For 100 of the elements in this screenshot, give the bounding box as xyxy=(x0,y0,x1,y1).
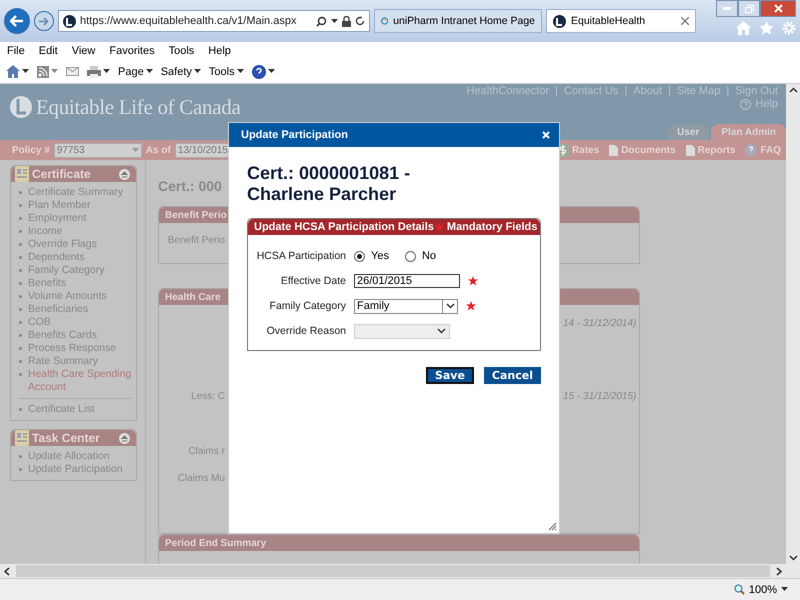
bullet-icon xyxy=(19,295,22,298)
link-separator: | xyxy=(668,85,671,97)
sidebar-link[interactable]: Certificate Summary xyxy=(28,186,124,199)
refresh-icon[interactable] xyxy=(355,16,365,26)
cancel-button[interactable]: Cancel xyxy=(484,367,541,384)
sidebar-link[interactable]: Update Allocation xyxy=(28,450,110,463)
vertical-scrollbar[interactable] xyxy=(786,84,800,564)
radio-option[interactable]: Yes xyxy=(354,250,389,262)
sidebar-link[interactable]: Volume Amounts xyxy=(28,290,107,303)
sidebar-link[interactable]: COB xyxy=(28,316,51,329)
menu-item[interactable]: Edit xyxy=(38,45,58,57)
sidebar-link[interactable]: Update Participation xyxy=(28,463,123,476)
bullet-icon xyxy=(19,455,22,458)
header-tab[interactable]: Plan Admin xyxy=(711,124,786,140)
sidebar-link[interactable]: Benefits xyxy=(28,277,66,290)
sidebar-link[interactable]: Dependents xyxy=(28,251,85,264)
chevron-right-icon xyxy=(776,566,782,576)
caret-icon xyxy=(146,69,153,74)
sidebar-link[interactable]: Family Category xyxy=(28,264,104,277)
search-icon[interactable] xyxy=(316,16,327,26)
close-icon[interactable] xyxy=(681,17,689,25)
link-separator: | xyxy=(726,85,730,97)
close-button[interactable] xyxy=(541,130,551,140)
radio-option[interactable]: No xyxy=(404,250,436,262)
caret-icon xyxy=(236,69,244,74)
address-text: https://www.equitablehealth.ca/v1/Main.aspx xyxy=(80,15,298,27)
family-category-select[interactable]: Family xyxy=(354,298,458,314)
caret-icon xyxy=(103,69,110,74)
sidebar-link[interactable]: Health Care Spending Account xyxy=(28,368,132,394)
bullet-icon xyxy=(19,230,22,233)
sidebar-link[interactable]: Employment xyxy=(28,212,86,225)
chevron-icon xyxy=(437,328,446,334)
star-icon[interactable] xyxy=(759,21,774,35)
horizontal-scrollbar[interactable] xyxy=(0,564,800,578)
bullet-icon xyxy=(19,269,22,272)
zoom-level[interactable]: 100% xyxy=(748,584,777,596)
as-of-label: As of xyxy=(146,144,171,156)
address-bar[interactable]: https://www.equitablehealth.ca/v1/Main.aspx xyxy=(58,10,370,32)
panel-title: Health Care xyxy=(165,292,221,302)
as-of-field[interactable]: 13/10/2015 xyxy=(174,142,231,158)
sidebar-link[interactable]: Rate Summary xyxy=(28,355,98,368)
home-icon xyxy=(6,65,20,78)
required-star-icon xyxy=(466,301,476,311)
menu-item[interactable]: View xyxy=(72,45,96,57)
menu-item[interactable]: Favorites xyxy=(109,45,155,57)
sidebar-link[interactable]: Beneficiaries xyxy=(28,303,88,316)
minimize-button[interactable] xyxy=(716,0,738,17)
browser-tab[interactable]: uniPharm Intranet Home Page xyxy=(374,9,542,33)
toolbar-link[interactable]: Reports xyxy=(686,144,736,156)
sidebar-link[interactable]: Plan Member xyxy=(28,199,90,212)
header-tab[interactable]: User xyxy=(667,124,710,140)
period-text: 15 - 31/12/2015) xyxy=(563,391,636,402)
close-window-button[interactable] xyxy=(760,0,796,17)
command-menu[interactable]: Safety xyxy=(160,66,201,78)
link-separator: | xyxy=(624,85,628,97)
back-button[interactable] xyxy=(4,8,30,34)
print-button[interactable] xyxy=(87,66,110,78)
policy-select[interactable]: 97753 xyxy=(54,142,142,158)
command-menu[interactable]: Page xyxy=(118,66,153,78)
maximize-button[interactable] xyxy=(738,0,760,17)
dialog-title: Update Participation xyxy=(241,129,348,141)
forward-button[interactable] xyxy=(34,11,54,31)
save-button[interactable]: Save xyxy=(426,367,474,384)
home-button[interactable] xyxy=(6,65,29,78)
toolbar-link[interactable]: FAQ xyxy=(745,144,781,156)
sidebar-link[interactable]: Income xyxy=(28,225,62,238)
panel-title: Update HCSA Participation Details xyxy=(254,221,434,233)
required-star-icon xyxy=(434,222,444,232)
menu-item[interactable]: File xyxy=(7,45,25,57)
envelope-icon xyxy=(66,67,79,76)
chevron-down-icon xyxy=(788,555,798,561)
help-button[interactable] xyxy=(252,64,275,78)
feeds-button[interactable] xyxy=(37,66,58,78)
sidebar-link[interactable]: Certificate List xyxy=(28,403,95,416)
minimize-icon xyxy=(723,7,731,10)
sidebar-link[interactable]: Override Flags xyxy=(28,238,97,251)
menu-item[interactable]: Help xyxy=(208,45,231,57)
help-icon xyxy=(252,64,266,78)
caret-icon xyxy=(194,69,201,74)
field-label: Claims Mu xyxy=(178,473,225,484)
browser-tab[interactable]: EquitableHealth xyxy=(546,9,696,33)
command-menu[interactable]: Tools xyxy=(208,66,244,78)
mail-button[interactable] xyxy=(66,67,79,76)
date-field[interactable]: 26/01/2015 xyxy=(354,274,460,288)
document-icon xyxy=(609,144,618,156)
toolbar-link[interactable]: Documents xyxy=(609,144,676,156)
bullet-icon xyxy=(19,243,22,246)
sidebar-link[interactable]: Process Response xyxy=(28,342,116,355)
caret-icon xyxy=(51,69,58,74)
menu-item[interactable]: Tools xyxy=(168,45,194,57)
collapse-icon[interactable] xyxy=(119,432,130,444)
sidebar-link[interactable]: Benefits Cards xyxy=(28,329,97,342)
field-label: HCSA Participation xyxy=(256,250,346,262)
resize-grip-icon[interactable] xyxy=(548,522,557,531)
bullet-icon xyxy=(19,360,22,363)
close-icon xyxy=(774,4,782,13)
collapse-icon[interactable] xyxy=(119,168,130,180)
restore-icon xyxy=(744,4,754,12)
site-logo-icon xyxy=(553,14,566,28)
card-icon xyxy=(15,430,29,446)
